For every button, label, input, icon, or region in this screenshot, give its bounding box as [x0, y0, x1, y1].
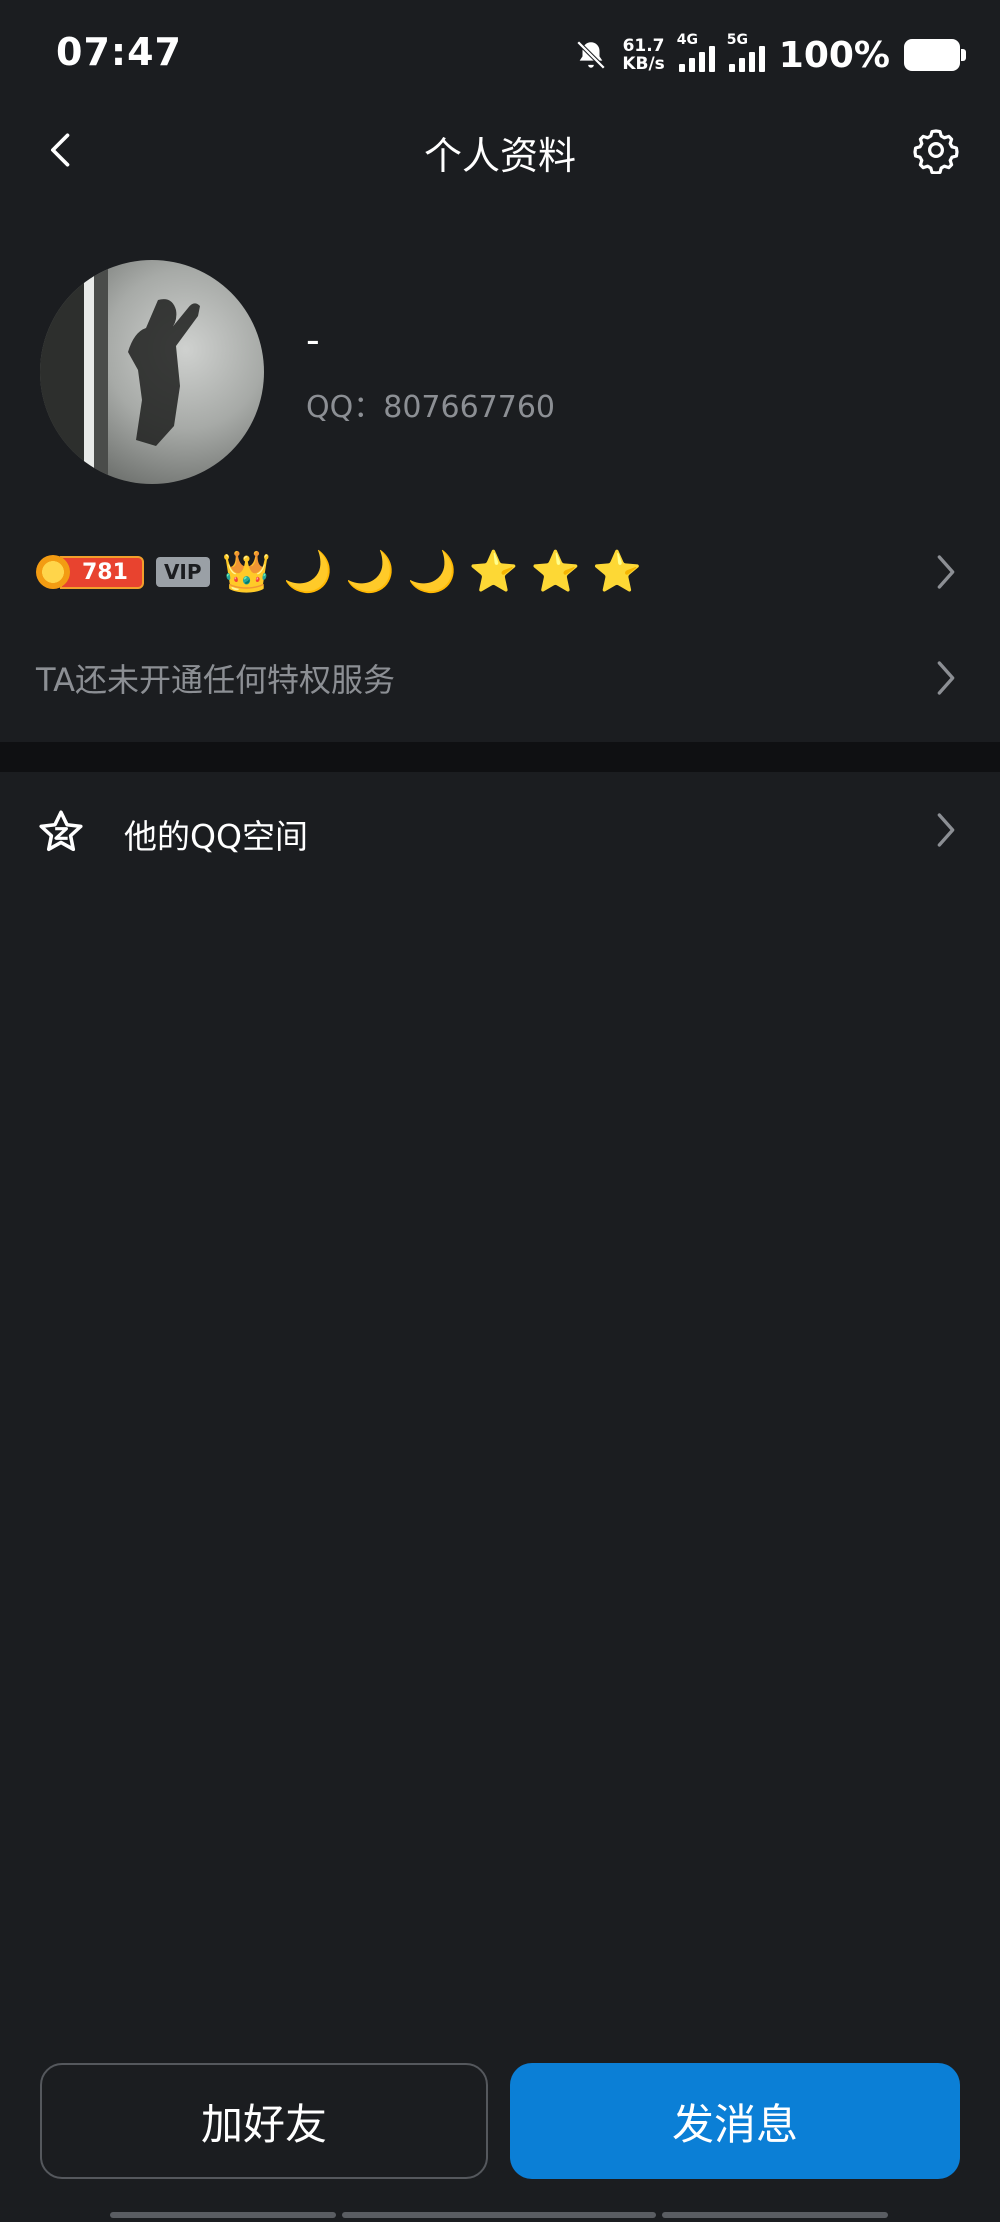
nickname: - [306, 318, 320, 362]
privilege-status[interactable]: TA还未开通任何特权服务 [36, 655, 395, 701]
coin-badge: 781 [36, 555, 144, 589]
chevron-right-icon[interactable] [932, 552, 960, 592]
page-title: 个人资料 [423, 134, 576, 178]
add-friend-button[interactable]: 加好友 [40, 2063, 488, 2179]
chevron-right-icon[interactable] [932, 658, 960, 698]
crown-icon: 👑 [221, 549, 272, 595]
gear-icon[interactable] [912, 126, 960, 174]
coin-value: 781 [60, 555, 144, 589]
mute-bell-icon [577, 40, 606, 70]
net-speed-value: 61.7 [622, 36, 665, 56]
moon-icon: 🌙 [345, 549, 395, 595]
signal-5g-label: 5G [726, 32, 749, 48]
star-icon: ⭐ [468, 549, 519, 595]
level-badges[interactable]: 781 VIP 👑 🌙 🌙 🌙 ⭐ ⭐ ⭐ [36, 550, 642, 594]
avatar-silhouette [40, 260, 200, 484]
qzone-row[interactable]: 他的QQ空间 [0, 780, 1000, 880]
moon-icon: 🌙 [406, 549, 457, 595]
gesture-bar [110, 2212, 336, 2218]
gesture-bar [662, 2212, 888, 2218]
chevron-right-icon [937, 813, 955, 847]
battery-percent: 100% [778, 34, 890, 76]
qq-number: QQ：807667760 [306, 390, 556, 425]
coin-icon [36, 555, 70, 589]
qzone-label: 他的QQ空间 [124, 817, 308, 856]
status-bar: 07:47 61.7 KB/s 4G 5G 100% [0, 0, 1000, 110]
star-icon: ⭐ [530, 549, 581, 595]
signal-5g-icon: 5G [727, 32, 765, 72]
star-icon: ⭐ [592, 549, 643, 595]
signal-4g-label: 4G [676, 32, 699, 48]
status-time: 07:47 [56, 30, 182, 74]
send-message-button[interactable]: 发消息 [510, 2063, 960, 2179]
vip-badge: VIP [155, 557, 210, 587]
net-speed: 61.7 KB/s [622, 37, 664, 73]
qzone-star-icon [39, 810, 83, 852]
gesture-bar [342, 2212, 656, 2218]
section-divider [0, 742, 1000, 772]
status-icons: 61.7 KB/s 4G 5G 100% [574, 30, 966, 80]
battery-icon [904, 39, 966, 71]
nav-bar: 个人资料 [0, 110, 1000, 190]
net-speed-unit: KB/s [622, 54, 665, 74]
moon-icon: 🌙 [283, 549, 334, 595]
signal-4g-icon: 4G [677, 32, 715, 72]
avatar[interactable] [40, 260, 264, 484]
